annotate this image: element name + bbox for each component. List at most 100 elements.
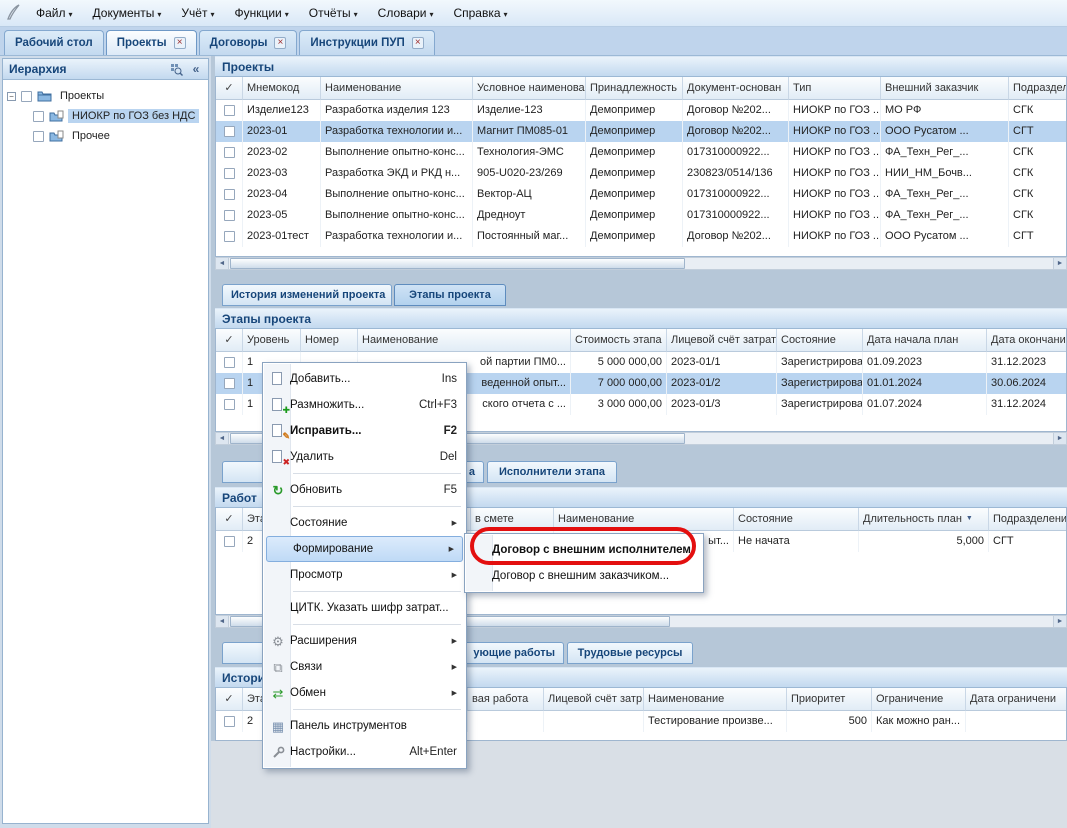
menu-item[interactable]: Функции▾ bbox=[224, 0, 298, 27]
menu-item[interactable]: Настройки...Alt+Enter bbox=[264, 739, 465, 765]
menu-item[interactable]: Состояние▶ bbox=[264, 510, 465, 536]
column-header[interactable]: вая работа bbox=[468, 688, 544, 711]
menu-item[interactable]: ЦИТК. Указать шифр затрат... bbox=[264, 595, 465, 621]
column-header[interactable]: Наименование bbox=[554, 508, 734, 531]
tree-item[interactable]: НИОКР по ГОЗ без НДС bbox=[3, 106, 208, 126]
row-checkbox[interactable] bbox=[224, 399, 235, 410]
table-row[interactable]: 2023-01Разработка технологии и...Магнит … bbox=[216, 121, 1066, 142]
tree-item[interactable]: −Проекты bbox=[3, 86, 208, 106]
menu-item[interactable]: ⧉Связи▶ bbox=[264, 654, 465, 680]
tree-checkbox[interactable] bbox=[33, 131, 44, 142]
row-checkbox[interactable] bbox=[224, 105, 235, 116]
menu-item[interactable]: Учёт▾ bbox=[171, 0, 224, 27]
column-header[interactable]: Ограничение bbox=[872, 688, 966, 711]
column-header[interactable]: Условное наименова bbox=[473, 77, 586, 100]
menu-item[interactable]: Словари▾ bbox=[368, 0, 444, 27]
table-row[interactable]: 2023-03Разработка ЭКД и РКД н...905-U020… bbox=[216, 163, 1066, 184]
locate-in-tree-icon[interactable] bbox=[168, 61, 184, 77]
close-tab-icon[interactable]: × bbox=[412, 37, 424, 49]
menu-item[interactable]: Отчёты▾ bbox=[299, 0, 368, 27]
column-header[interactable]: Документ-основан bbox=[683, 77, 789, 100]
column-header[interactable]: Длительность план▼ bbox=[859, 508, 989, 531]
column-header[interactable]: Лицевой счёт затр bbox=[544, 688, 644, 711]
column-header[interactable]: Состояние bbox=[777, 329, 863, 352]
column-header[interactable]: Дата начала план bbox=[863, 329, 987, 352]
menu-item[interactable]: Файл▾ bbox=[26, 0, 83, 27]
tab-labor-resources[interactable]: Трудовые ресурсы bbox=[567, 642, 693, 664]
column-header[interactable]: Уровень bbox=[243, 329, 301, 352]
menu-item[interactable]: Справка▾ bbox=[443, 0, 517, 27]
column-header[interactable]: Наименование bbox=[358, 329, 571, 352]
row-checkbox[interactable] bbox=[224, 357, 235, 368]
column-header[interactable]: Принадлежность bbox=[586, 77, 683, 100]
row-checkbox[interactable] bbox=[224, 126, 235, 137]
scroll-right-icon[interactable]: ► bbox=[1053, 616, 1066, 627]
tree-expander-icon[interactable]: − bbox=[7, 92, 16, 101]
menu-item[interactable]: Договор с внешним заказчиком... bbox=[466, 563, 702, 589]
select-all-header[interactable]: ✓ bbox=[216, 508, 243, 531]
table-row[interactable]: 2023-05Выполнение опытно-конс...Дредноут… bbox=[216, 205, 1066, 226]
menu-item[interactable]: ✚Размножить...Ctrl+F3 bbox=[264, 392, 465, 418]
row-checkbox[interactable] bbox=[224, 378, 235, 389]
column-header[interactable]: Лицевой счёт затрат bbox=[667, 329, 777, 352]
menu-item[interactable]: ✎Исправить...F2 bbox=[264, 418, 465, 444]
column-header[interactable]: Тип bbox=[789, 77, 881, 100]
tree-checkbox[interactable] bbox=[21, 91, 32, 102]
menu-item[interactable]: ▦Панель инструментов bbox=[264, 713, 465, 739]
menu-item[interactable]: Договор с внешним исполнителем... bbox=[466, 537, 702, 563]
column-header[interactable]: Мнемокод bbox=[243, 77, 321, 100]
row-checkbox[interactable] bbox=[224, 147, 235, 158]
window-tab[interactable]: Рабочий стол bbox=[4, 30, 104, 55]
scroll-right-icon[interactable]: ► bbox=[1053, 258, 1066, 269]
menu-item[interactable]: Просмотр▶ bbox=[264, 562, 465, 588]
column-header[interactable]: Приоритет bbox=[787, 688, 872, 711]
menu-item[interactable]: Документы▾ bbox=[83, 0, 172, 27]
row-checkbox[interactable] bbox=[224, 716, 235, 727]
column-header[interactable]: Внешний заказчик bbox=[881, 77, 1009, 100]
table-row[interactable]: 2023-02Выполнение опытно-конс...Технолог… bbox=[216, 142, 1066, 163]
column-header[interactable]: в смете bbox=[471, 508, 554, 531]
menu-item[interactable]: Добавить...Ins bbox=[264, 366, 465, 392]
close-tab-icon[interactable]: × bbox=[274, 37, 286, 49]
menu-item[interactable]: ⚙Расширения▶ bbox=[264, 628, 465, 654]
column-header[interactable]: Наименование bbox=[321, 77, 473, 100]
select-all-header[interactable]: ✓ bbox=[216, 688, 243, 711]
row-checkbox[interactable] bbox=[224, 536, 235, 547]
tab-project-stages[interactable]: Этапы проекта bbox=[394, 284, 506, 306]
table-row[interactable]: 2023-01тестРазработка технологии и...Пос… bbox=[216, 226, 1066, 247]
column-header[interactable]: Дата окончани bbox=[987, 329, 1067, 352]
column-header[interactable]: Состояние bbox=[734, 508, 859, 531]
column-header[interactable]: Наименование bbox=[644, 688, 787, 711]
column-header[interactable]: Дата ограничени bbox=[966, 688, 1067, 711]
menu-item[interactable]: ↻ОбновитьF5 bbox=[264, 477, 465, 503]
scrollbar-thumb[interactable] bbox=[230, 258, 685, 269]
menu-item[interactable]: ⇄Обмен▶ bbox=[264, 680, 465, 706]
column-header[interactable]: Номер bbox=[301, 329, 358, 352]
row-checkbox[interactable] bbox=[224, 231, 235, 242]
collapse-panel-icon[interactable]: « bbox=[188, 61, 204, 77]
table-row[interactable]: Изделие123Разработка изделия 123Изделие-… bbox=[216, 100, 1066, 121]
scroll-left-icon[interactable]: ◄ bbox=[216, 616, 229, 627]
column-header[interactable]: Подразделение-испо bbox=[989, 508, 1067, 531]
tree-checkbox[interactable] bbox=[33, 111, 44, 122]
table-row[interactable]: 2023-04Выполнение опытно-конс...Вектор-А… bbox=[216, 184, 1066, 205]
row-checkbox[interactable] bbox=[224, 210, 235, 221]
scroll-right-icon[interactable]: ► bbox=[1053, 433, 1066, 444]
scroll-left-icon[interactable]: ◄ bbox=[216, 433, 229, 444]
select-all-header[interactable]: ✓ bbox=[216, 77, 243, 100]
window-tab[interactable]: Инструкции ПУП× bbox=[299, 30, 434, 55]
row-checkbox[interactable] bbox=[224, 168, 235, 179]
window-tab[interactable]: Договоры× bbox=[199, 30, 298, 55]
window-tab[interactable]: Проекты× bbox=[106, 30, 197, 55]
select-all-header[interactable]: ✓ bbox=[216, 329, 243, 352]
tab-stage-executors[interactable]: Исполнители этапа bbox=[487, 461, 617, 483]
scroll-left-icon[interactable]: ◄ bbox=[216, 258, 229, 269]
tab-project-history[interactable]: История изменений проекта bbox=[222, 284, 392, 306]
tree-item[interactable]: Прочее bbox=[3, 126, 208, 146]
menu-item[interactable]: ✖УдалитьDel bbox=[264, 444, 465, 470]
column-header[interactable]: Стоимость этапа bbox=[571, 329, 667, 352]
column-header[interactable]: Подразделение bbox=[1009, 77, 1067, 100]
row-checkbox[interactable] bbox=[224, 189, 235, 200]
menu-item[interactable]: Формирование▶ bbox=[266, 536, 463, 562]
close-tab-icon[interactable]: × bbox=[174, 37, 186, 49]
